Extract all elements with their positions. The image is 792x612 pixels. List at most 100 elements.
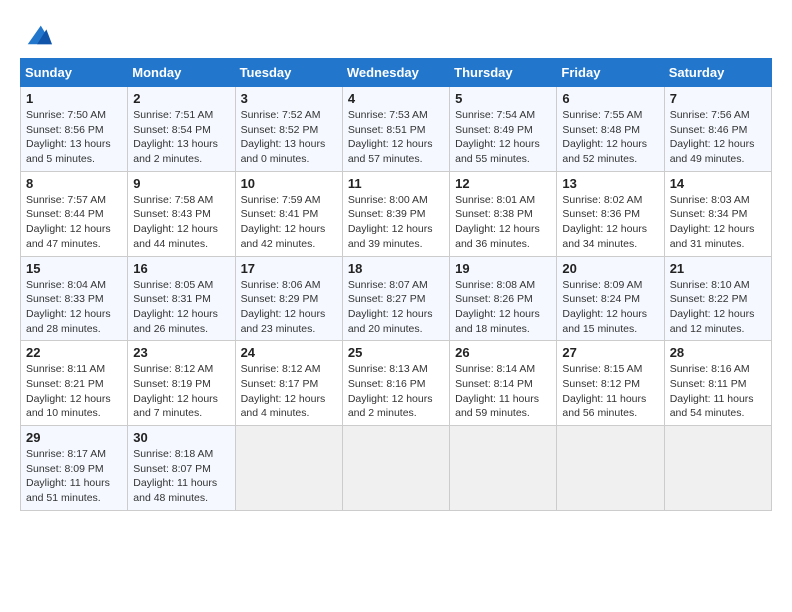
- day-number: 26: [455, 345, 551, 360]
- day-info: Sunrise: 8:07 AMSunset: 8:27 PMDaylight:…: [348, 278, 444, 337]
- calendar-empty-cell: [664, 426, 771, 511]
- calendar-day-cell: 30 Sunrise: 8:18 AMSunset: 8:07 PMDaylig…: [128, 426, 235, 511]
- day-info: Sunrise: 8:04 AMSunset: 8:33 PMDaylight:…: [26, 278, 122, 337]
- day-number: 2: [133, 91, 229, 106]
- calendar-empty-cell: [235, 426, 342, 511]
- calendar-day-cell: 11 Sunrise: 8:00 AMSunset: 8:39 PMDaylig…: [342, 171, 449, 256]
- logo-icon: [24, 20, 52, 48]
- calendar-day-cell: 25 Sunrise: 8:13 AMSunset: 8:16 PMDaylig…: [342, 341, 449, 426]
- day-info: Sunrise: 7:51 AMSunset: 8:54 PMDaylight:…: [133, 108, 229, 167]
- day-number: 10: [241, 176, 337, 191]
- calendar-day-cell: 14 Sunrise: 8:03 AMSunset: 8:34 PMDaylig…: [664, 171, 771, 256]
- calendar-day-cell: 17 Sunrise: 8:06 AMSunset: 8:29 PMDaylig…: [235, 256, 342, 341]
- calendar-day-cell: 22 Sunrise: 8:11 AMSunset: 8:21 PMDaylig…: [21, 341, 128, 426]
- calendar-day-cell: 1 Sunrise: 7:50 AMSunset: 8:56 PMDayligh…: [21, 87, 128, 172]
- day-info: Sunrise: 7:56 AMSunset: 8:46 PMDaylight:…: [670, 108, 766, 167]
- calendar-day-cell: 9 Sunrise: 7:58 AMSunset: 8:43 PMDayligh…: [128, 171, 235, 256]
- day-number: 27: [562, 345, 658, 360]
- day-number: 17: [241, 261, 337, 276]
- day-number: 12: [455, 176, 551, 191]
- day-number: 3: [241, 91, 337, 106]
- calendar-day-cell: 24 Sunrise: 8:12 AMSunset: 8:17 PMDaylig…: [235, 341, 342, 426]
- calendar-empty-cell: [450, 426, 557, 511]
- calendar-table: SundayMondayTuesdayWednesdayThursdayFrid…: [20, 58, 772, 511]
- day-number: 20: [562, 261, 658, 276]
- calendar-day-cell: 5 Sunrise: 7:54 AMSunset: 8:49 PMDayligh…: [450, 87, 557, 172]
- calendar-week-2: 15 Sunrise: 8:04 AMSunset: 8:33 PMDaylig…: [21, 256, 772, 341]
- calendar-day-cell: 8 Sunrise: 7:57 AMSunset: 8:44 PMDayligh…: [21, 171, 128, 256]
- day-info: Sunrise: 8:18 AMSunset: 8:07 PMDaylight:…: [133, 447, 229, 506]
- header: [20, 20, 772, 48]
- day-number: 18: [348, 261, 444, 276]
- calendar-day-cell: 2 Sunrise: 7:51 AMSunset: 8:54 PMDayligh…: [128, 87, 235, 172]
- calendar-empty-cell: [342, 426, 449, 511]
- day-info: Sunrise: 8:16 AMSunset: 8:11 PMDaylight:…: [670, 362, 766, 421]
- day-info: Sunrise: 8:12 AMSunset: 8:17 PMDaylight:…: [241, 362, 337, 421]
- page: SundayMondayTuesdayWednesdayThursdayFrid…: [0, 0, 792, 531]
- day-number: 6: [562, 91, 658, 106]
- day-number: 23: [133, 345, 229, 360]
- day-number: 11: [348, 176, 444, 191]
- day-number: 4: [348, 91, 444, 106]
- day-number: 22: [26, 345, 122, 360]
- calendar-day-cell: 23 Sunrise: 8:12 AMSunset: 8:19 PMDaylig…: [128, 341, 235, 426]
- calendar-header-thursday: Thursday: [450, 59, 557, 87]
- day-info: Sunrise: 8:08 AMSunset: 8:26 PMDaylight:…: [455, 278, 551, 337]
- calendar-day-cell: 21 Sunrise: 8:10 AMSunset: 8:22 PMDaylig…: [664, 256, 771, 341]
- day-number: 24: [241, 345, 337, 360]
- calendar-week-0: 1 Sunrise: 7:50 AMSunset: 8:56 PMDayligh…: [21, 87, 772, 172]
- day-number: 1: [26, 91, 122, 106]
- calendar-day-cell: 19 Sunrise: 8:08 AMSunset: 8:26 PMDaylig…: [450, 256, 557, 341]
- calendar-header-saturday: Saturday: [664, 59, 771, 87]
- day-info: Sunrise: 8:11 AMSunset: 8:21 PMDaylight:…: [26, 362, 122, 421]
- day-info: Sunrise: 7:57 AMSunset: 8:44 PMDaylight:…: [26, 193, 122, 252]
- calendar-week-1: 8 Sunrise: 7:57 AMSunset: 8:44 PMDayligh…: [21, 171, 772, 256]
- day-number: 13: [562, 176, 658, 191]
- calendar-day-cell: 12 Sunrise: 8:01 AMSunset: 8:38 PMDaylig…: [450, 171, 557, 256]
- calendar-day-cell: 10 Sunrise: 7:59 AMSunset: 8:41 PMDaylig…: [235, 171, 342, 256]
- day-info: Sunrise: 8:15 AMSunset: 8:12 PMDaylight:…: [562, 362, 658, 421]
- day-number: 8: [26, 176, 122, 191]
- calendar-day-cell: 13 Sunrise: 8:02 AMSunset: 8:36 PMDaylig…: [557, 171, 664, 256]
- day-info: Sunrise: 8:10 AMSunset: 8:22 PMDaylight:…: [670, 278, 766, 337]
- calendar-day-cell: 3 Sunrise: 7:52 AMSunset: 8:52 PMDayligh…: [235, 87, 342, 172]
- calendar-header-row: SundayMondayTuesdayWednesdayThursdayFrid…: [21, 59, 772, 87]
- day-number: 21: [670, 261, 766, 276]
- day-info: Sunrise: 7:50 AMSunset: 8:56 PMDaylight:…: [26, 108, 122, 167]
- day-number: 9: [133, 176, 229, 191]
- day-info: Sunrise: 8:14 AMSunset: 8:14 PMDaylight:…: [455, 362, 551, 421]
- day-info: Sunrise: 7:53 AMSunset: 8:51 PMDaylight:…: [348, 108, 444, 167]
- calendar-day-cell: 18 Sunrise: 8:07 AMSunset: 8:27 PMDaylig…: [342, 256, 449, 341]
- calendar-day-cell: 20 Sunrise: 8:09 AMSunset: 8:24 PMDaylig…: [557, 256, 664, 341]
- day-number: 29: [26, 430, 122, 445]
- day-info: Sunrise: 8:03 AMSunset: 8:34 PMDaylight:…: [670, 193, 766, 252]
- day-number: 19: [455, 261, 551, 276]
- calendar-header-monday: Monday: [128, 59, 235, 87]
- calendar-week-3: 22 Sunrise: 8:11 AMSunset: 8:21 PMDaylig…: [21, 341, 772, 426]
- day-info: Sunrise: 7:58 AMSunset: 8:43 PMDaylight:…: [133, 193, 229, 252]
- calendar-header-tuesday: Tuesday: [235, 59, 342, 87]
- calendar-day-cell: 6 Sunrise: 7:55 AMSunset: 8:48 PMDayligh…: [557, 87, 664, 172]
- day-info: Sunrise: 8:01 AMSunset: 8:38 PMDaylight:…: [455, 193, 551, 252]
- calendar-day-cell: 7 Sunrise: 7:56 AMSunset: 8:46 PMDayligh…: [664, 87, 771, 172]
- day-info: Sunrise: 8:06 AMSunset: 8:29 PMDaylight:…: [241, 278, 337, 337]
- calendar-day-cell: 16 Sunrise: 8:05 AMSunset: 8:31 PMDaylig…: [128, 256, 235, 341]
- day-info: Sunrise: 8:09 AMSunset: 8:24 PMDaylight:…: [562, 278, 658, 337]
- calendar-day-cell: 26 Sunrise: 8:14 AMSunset: 8:14 PMDaylig…: [450, 341, 557, 426]
- calendar-header-wednesday: Wednesday: [342, 59, 449, 87]
- day-number: 16: [133, 261, 229, 276]
- calendar-header-friday: Friday: [557, 59, 664, 87]
- day-info: Sunrise: 7:55 AMSunset: 8:48 PMDaylight:…: [562, 108, 658, 167]
- day-info: Sunrise: 8:00 AMSunset: 8:39 PMDaylight:…: [348, 193, 444, 252]
- day-number: 28: [670, 345, 766, 360]
- calendar-day-cell: 28 Sunrise: 8:16 AMSunset: 8:11 PMDaylig…: [664, 341, 771, 426]
- day-number: 5: [455, 91, 551, 106]
- calendar-day-cell: 15 Sunrise: 8:04 AMSunset: 8:33 PMDaylig…: [21, 256, 128, 341]
- calendar-header-sunday: Sunday: [21, 59, 128, 87]
- day-number: 25: [348, 345, 444, 360]
- logo: [20, 20, 52, 48]
- calendar-day-cell: 29 Sunrise: 8:17 AMSunset: 8:09 PMDaylig…: [21, 426, 128, 511]
- day-number: 14: [670, 176, 766, 191]
- day-info: Sunrise: 8:12 AMSunset: 8:19 PMDaylight:…: [133, 362, 229, 421]
- day-number: 30: [133, 430, 229, 445]
